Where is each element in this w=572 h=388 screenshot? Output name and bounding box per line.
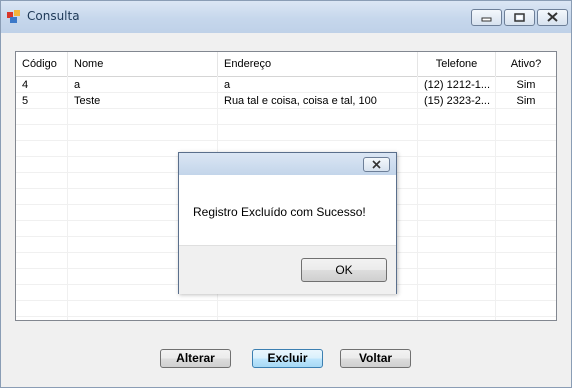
cell-telefone: (15) 2323-2... [424,95,491,107]
empty-row [16,301,556,317]
column-header-telefone[interactable]: Telefone [418,52,496,76]
message-text: Registro Excluído com Sucesso! [193,205,366,219]
cell-endereco: a [224,79,231,91]
minimize-icon [481,17,492,22]
column-header-ativo[interactable]: Ativo? [496,52,556,76]
ok-button[interactable]: OK [301,258,387,282]
window-title: Consulta [27,9,80,23]
alterar-button[interactable]: Alterar [160,349,231,368]
minimize-button[interactable] [471,9,502,26]
message-box-title-bar[interactable] [179,153,396,175]
column-header-endereco[interactable]: Endereço [218,52,418,76]
cell-ativo: Sim [516,95,536,107]
table-row[interactable]: 5 Teste Rua tal e coisa, coisa e tal, 10… [16,93,556,109]
close-button[interactable] [537,9,568,26]
table-row[interactable]: 4 a a (12) 1212-1... Sim [16,77,556,93]
close-icon [372,160,381,169]
title-bar[interactable]: Consulta [1,1,571,33]
empty-row [16,109,556,125]
cell-codigo: 5 [22,95,29,107]
restore-button[interactable] [504,9,535,26]
excluir-button[interactable]: Excluir [252,349,323,368]
message-box-footer: OK [179,245,396,294]
grid-header: Código Nome Endereço Telefone Ativo? [16,52,556,77]
close-icon [547,12,558,22]
cell-nome: Teste [74,95,101,107]
restore-icon [514,13,525,22]
empty-row [16,125,556,141]
cell-ativo: Sim [516,79,536,91]
cell-endereco: Rua tal e coisa, coisa e tal, 100 [224,95,377,107]
form-app-icon [7,10,20,23]
message-box-body: Registro Excluído com Sucesso! [179,175,396,245]
column-header-codigo[interactable]: Código [16,52,68,76]
voltar-button[interactable]: Voltar [340,349,411,368]
message-box-close-button[interactable] [363,157,390,172]
cell-codigo: 4 [22,79,29,91]
cell-telefone: (12) 1212-1... [424,79,491,91]
message-box: Registro Excluído com Sucesso! OK [178,152,397,294]
cell-nome: a [74,79,81,91]
column-header-nome[interactable]: Nome [68,52,218,76]
